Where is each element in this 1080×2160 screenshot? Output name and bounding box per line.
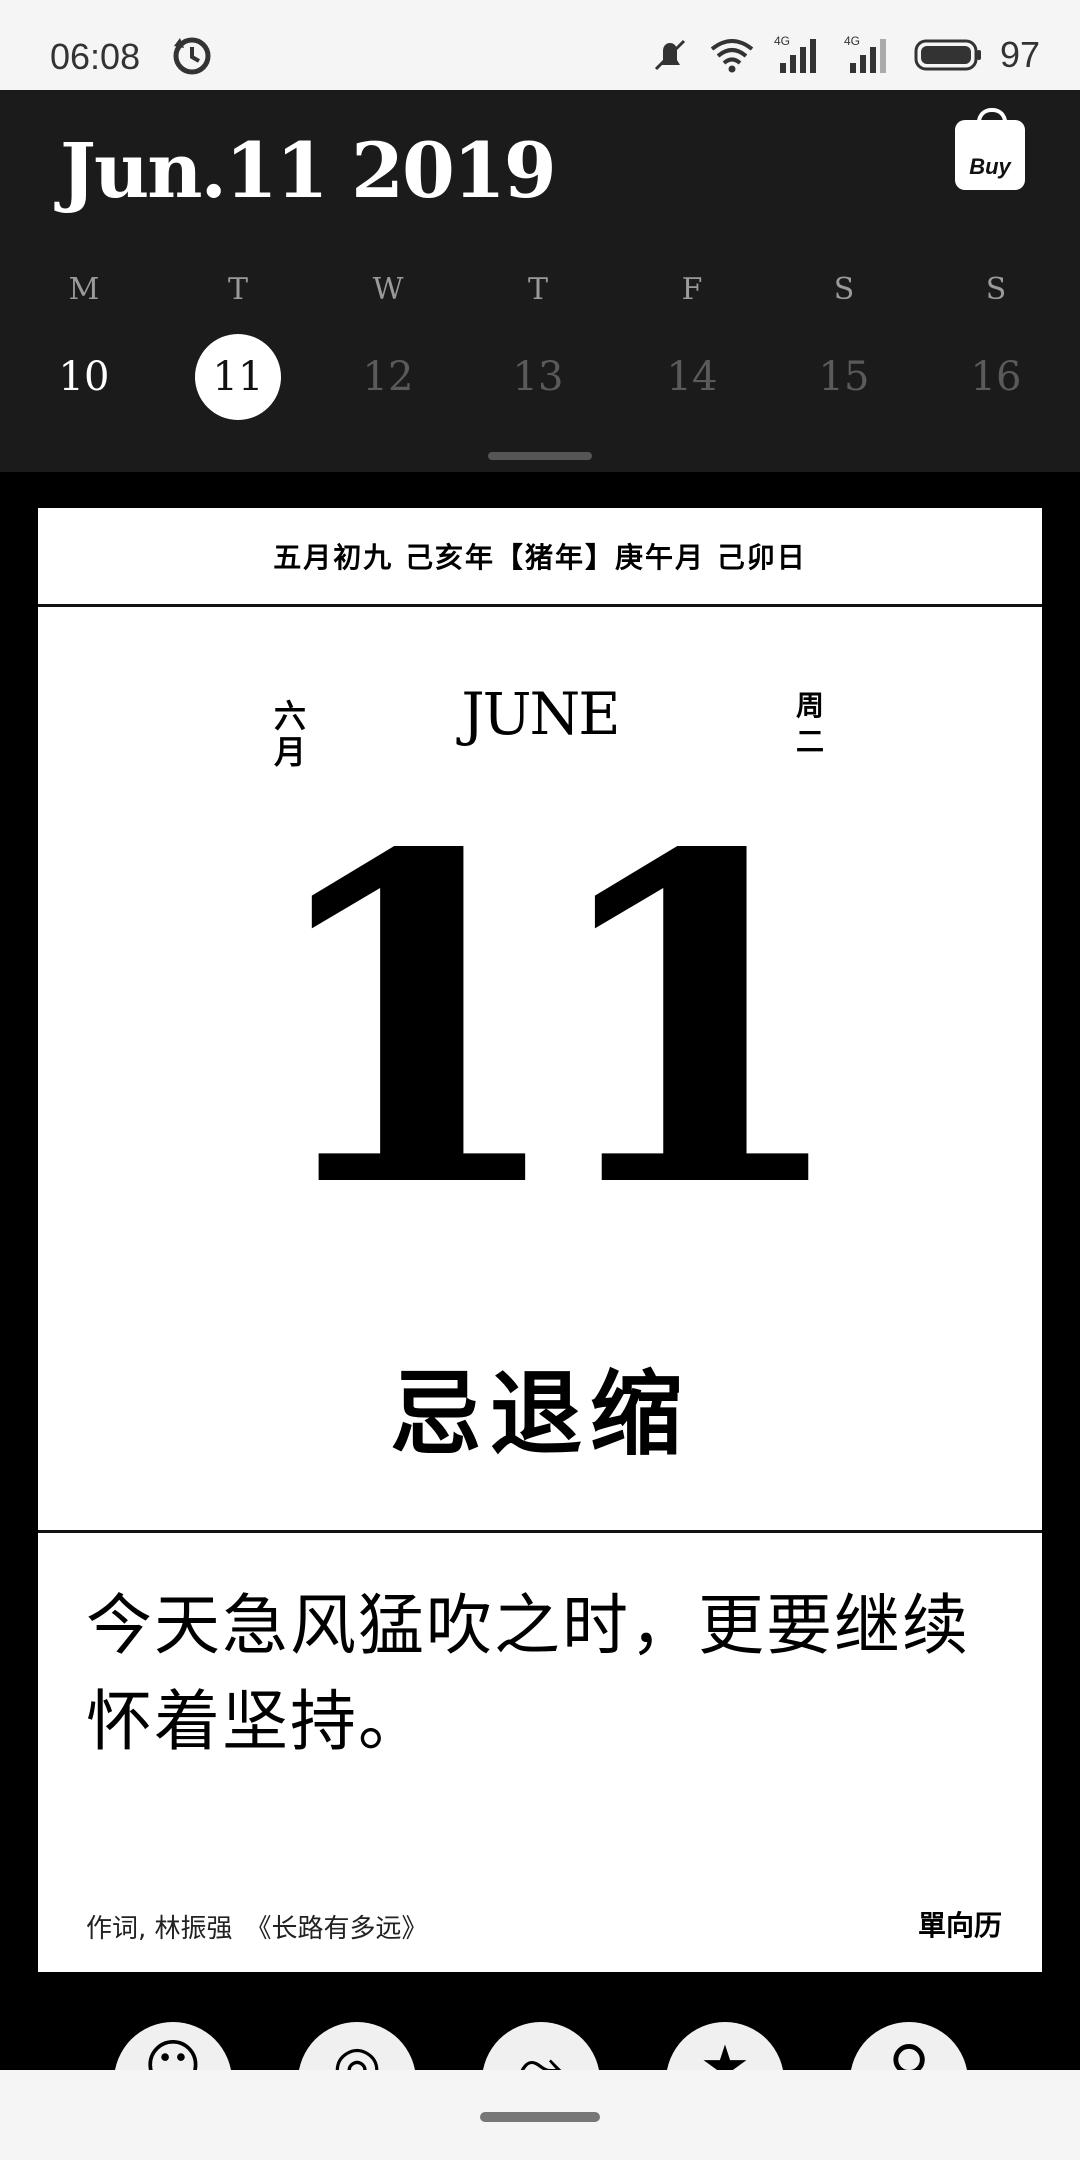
date-number[interactable]: 12: [345, 334, 431, 420]
system-nav-bar: [0, 2070, 1080, 2160]
calendar-header: Jun.11 2019 Buy M 10 T 11 W 12 T 13 F 14…: [0, 90, 1080, 472]
signal-4g-icon: 4G: [774, 34, 816, 73]
weekday-chinese-char: 周: [795, 689, 824, 722]
daily-quote: 今天急风猛吹之时，更要继续 怀着坚持。: [86, 1578, 996, 1770]
drag-handle[interactable]: [488, 452, 592, 460]
quote-line: 今天急风猛吹之时，更要继续: [86, 1587, 970, 1664]
week-strip: M 10 T 11 W 12 T 13 F 14 S 15 S 16: [0, 272, 1080, 422]
signal-4g-icon: 4G: [844, 34, 886, 73]
date-number[interactable]: 14: [649, 334, 735, 420]
week-day-column[interactable]: S 15: [784, 272, 904, 420]
quote-line: 怀着坚持。: [86, 1683, 426, 1760]
calendar-card[interactable]: 五月初九 己亥年【猪年】庚午月 己卯日 六 月 JUNE 周 二 11 忌退缩 …: [38, 508, 1042, 1972]
weekday-label: S: [985, 272, 1007, 307]
date-number[interactable]: 15: [801, 334, 887, 420]
week-day-column[interactable]: S 16: [936, 272, 1056, 420]
quote-credit: 作词, 林振强 《长路有多远》: [86, 1914, 428, 1944]
svg-text:4G: 4G: [774, 34, 790, 48]
week-day-column[interactable]: M 10: [24, 272, 144, 420]
date-number[interactable]: 16: [953, 334, 1039, 420]
date-number[interactable]: 13: [495, 334, 581, 420]
shopping-bag-icon: [977, 108, 1007, 132]
date-title[interactable]: Jun.11 2019: [60, 126, 557, 215]
svg-text:4G: 4G: [844, 34, 860, 48]
week-day-column[interactable]: T 13: [478, 272, 598, 420]
bell-off-icon: [654, 39, 686, 71]
daily-avoid: 忌退缩: [389, 1360, 690, 1468]
brand-name: 單向历: [917, 1909, 1002, 1942]
day-number: 11: [256, 758, 853, 1287]
weekday-label: T: [227, 272, 248, 307]
home-indicator[interactable]: [480, 2112, 600, 2122]
status-time: 06:08: [50, 36, 141, 77]
lunar-date: 五月初九 己亥年【猪年】庚午月 己卯日: [38, 508, 1042, 607]
divider: [38, 1530, 1042, 1533]
weekday-label: W: [372, 272, 404, 307]
weekday-label: F: [681, 272, 703, 307]
buy-button[interactable]: Buy: [955, 108, 1025, 190]
buy-label: Buy: [969, 154, 1011, 179]
weekday-label: S: [833, 272, 855, 307]
date-number[interactable]: 10: [41, 334, 127, 420]
weekday-label: T: [527, 272, 548, 307]
week-day-column[interactable]: W 12: [328, 272, 448, 420]
status-bar: 06:08 4G 4G 97: [0, 0, 1080, 90]
wifi-icon: [710, 39, 754, 73]
weekday-chinese-char: 二: [795, 725, 824, 758]
date-number-selected[interactable]: 11: [195, 334, 281, 420]
month-english: JUNE: [461, 680, 620, 748]
week-day-column[interactable]: F 14: [632, 272, 752, 420]
sync-icon: [173, 37, 211, 75]
battery-percent: 97: [999, 34, 1040, 75]
weekday-label: M: [68, 272, 100, 307]
battery-icon: [914, 39, 981, 71]
weekday-chinese: 周 二: [790, 688, 830, 760]
week-day-column[interactable]: T 11: [178, 272, 298, 420]
